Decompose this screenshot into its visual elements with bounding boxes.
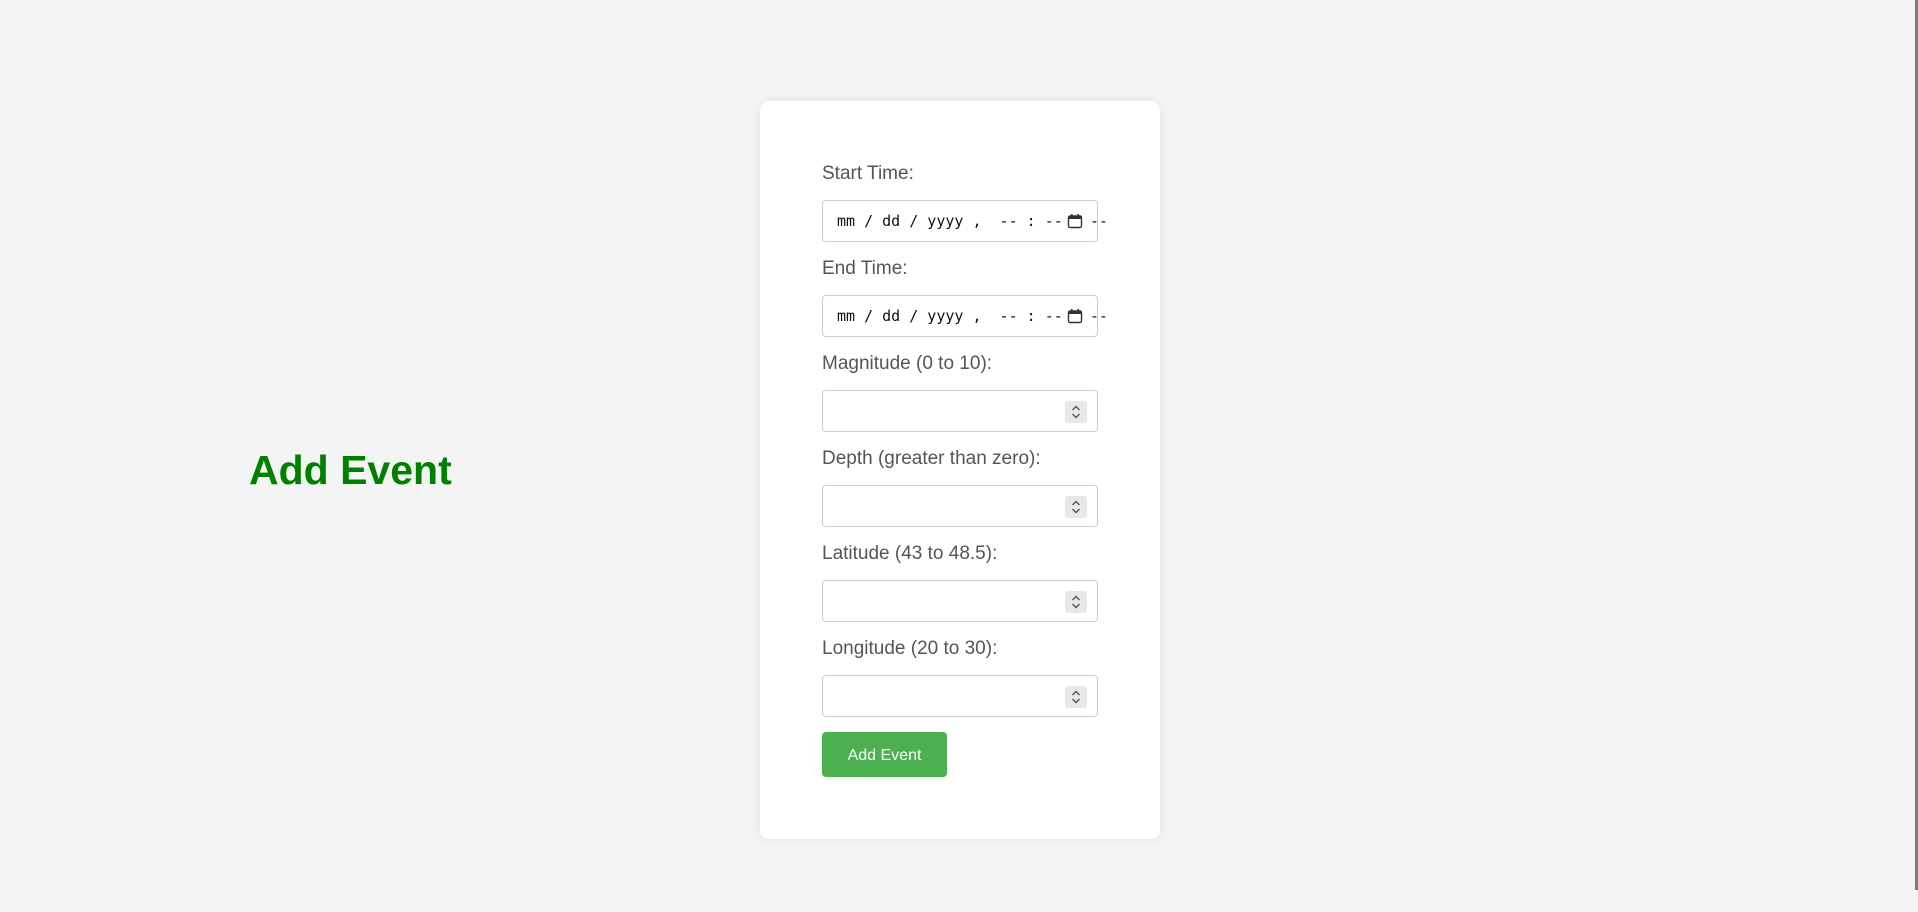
start-time-input[interactable]: mm / dd / yyyy , -- : -- --	[822, 200, 1108, 242]
latitude-field: Latitude (43 to 48.5):	[822, 543, 1098, 622]
start-time-label: Start Time:	[822, 163, 914, 184]
depth-input[interactable]	[822, 485, 1098, 527]
spinner-icon[interactable]	[1065, 401, 1087, 423]
spinner-icon[interactable]	[1065, 496, 1087, 518]
add-event-button[interactable]: Add Event	[822, 732, 947, 777]
calendar-icon[interactable]	[1067, 308, 1083, 324]
spinner-icon[interactable]	[1065, 686, 1087, 708]
end-time-label: End Time:	[822, 258, 908, 279]
page-title: Add Event	[249, 447, 452, 493]
magnitude-input[interactable]	[822, 390, 1098, 432]
end-time-field: End Time: mm / dd / yyyy , -- : -- --	[822, 258, 1108, 337]
end-time-input[interactable]: mm / dd / yyyy , -- : -- --	[822, 295, 1108, 337]
depth-field: Depth (greater than zero):	[822, 448, 1098, 527]
depth-label: Depth (greater than zero):	[822, 448, 1041, 469]
magnitude-label: Magnitude (0 to 10):	[822, 353, 993, 374]
longitude-input[interactable]	[822, 675, 1098, 717]
spinner-icon[interactable]	[1065, 591, 1087, 613]
longitude-field: Longitude (20 to 30):	[822, 638, 1098, 717]
calendar-icon[interactable]	[1067, 213, 1083, 229]
latitude-input[interactable]	[822, 580, 1098, 622]
magnitude-field: Magnitude (0 to 10):	[822, 353, 1098, 432]
latitude-label: Latitude (43 to 48.5):	[822, 543, 998, 564]
start-time-field: Start Time: mm / dd / yyyy , -- : -- --	[822, 163, 1108, 242]
longitude-label: Longitude (20 to 30):	[822, 638, 998, 659]
add-event-form: Start Time: mm / dd / yyyy , -- : -- -- …	[760, 101, 1160, 839]
